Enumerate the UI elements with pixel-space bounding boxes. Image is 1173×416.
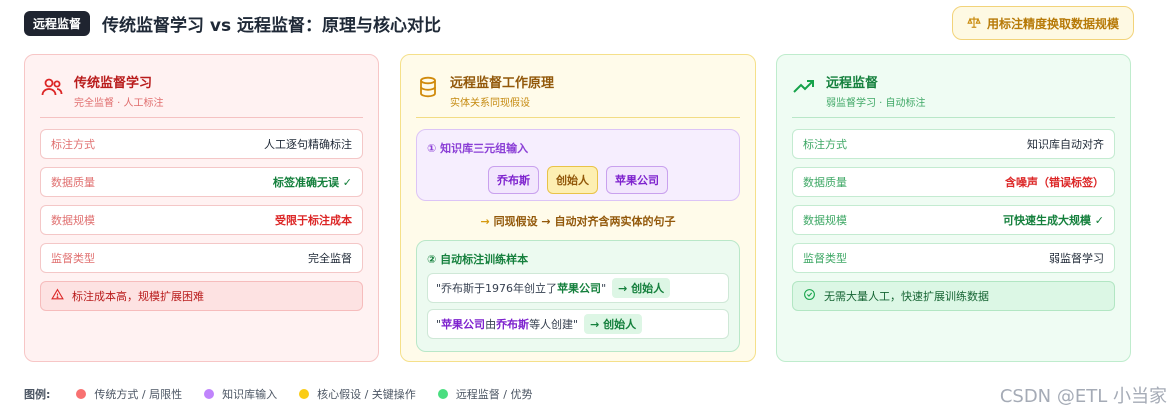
attr-value: 知识库自动对齐 <box>1027 138 1104 151</box>
attr-row-scale: 数据规模 受限于标注成本 <box>40 205 363 235</box>
attr-value: 标签准确无误 ✓ <box>272 176 352 189</box>
attr-key: 数据规模 <box>803 214 847 227</box>
entity-chip: 苹果公司 <box>606 166 668 194</box>
attr-key: 监督类型 <box>51 252 95 265</box>
legend-item: 知识库输入 <box>204 386 277 402</box>
attr-row-scale: 数据规模 可快速生成大规模 ✓ <box>792 205 1115 235</box>
topic-badge: 远程监督 <box>24 10 91 36</box>
legend-item: 传统方式 / 局限性 <box>76 386 182 402</box>
database-icon <box>416 75 440 99</box>
principle-panel: 远程监督工作原理 实体关系同现假设 ① 知识库三元组输入 乔布斯 创始人 苹果公… <box>400 54 756 362</box>
divider <box>792 117 1115 118</box>
attr-value: 弱监督学习 <box>1049 252 1104 265</box>
attr-row-annotation: 标注方式 人工逐句精确标注 <box>40 129 363 159</box>
samples-box: ② 自动标注训练样本 "乔布斯于1976年创立了苹果公司" → 创始人 "苹果公… <box>416 240 740 352</box>
note-text: 标注成本高，规模扩展困难 <box>72 290 204 303</box>
panel-title: 传统监督学习 <box>74 76 153 91</box>
advantage-note: 无需大量人工，快速扩展训练数据 <box>792 281 1115 311</box>
attr-value: 完全监督 <box>308 252 352 265</box>
legend-item: 远程监督 / 优势 <box>437 386 533 402</box>
knowledge-base-box: ① 知识库三元组输入 乔布斯 创始人 苹果公司 <box>416 129 740 201</box>
legend-dot <box>76 389 87 399</box>
users-icon <box>40 75 64 99</box>
panel-title: 远程监督 <box>826 76 879 91</box>
assumption-line: → 同现假设 → 自动对齐含两实体的句子 <box>416 213 740 229</box>
page-title: 传统监督学习 vs 远程监督：原理与核心对比 <box>102 15 442 36</box>
remote-panel: 远程监督 弱监督学习 · 自动标注 标注方式 知识库自动对齐 数据质量 含噪声（错误… <box>776 54 1131 362</box>
divider <box>40 117 363 118</box>
panel-subtitle: 实体关系同现假设 <box>450 98 530 109</box>
attr-row-supervision: 监督类型 弱监督学习 <box>792 243 1115 273</box>
arrow-right-icon: → <box>480 215 490 228</box>
attr-value: 可快速生成大规模 ✓ <box>1002 214 1104 227</box>
attr-key: 数据质量 <box>803 176 847 189</box>
trend-up-icon <box>792 75 816 99</box>
divider <box>416 117 740 118</box>
relation-tag: → 创始人 <box>612 278 671 298</box>
scale-icon <box>967 15 981 32</box>
panel-title: 远程监督工作原理 <box>450 76 555 91</box>
attr-value: 含噪声（错误标签） <box>1005 176 1104 189</box>
panel-subtitle: 弱监督学习 · 自动标注 <box>826 98 926 109</box>
legend-dot <box>204 389 215 399</box>
legend-title: 图例: <box>24 388 51 401</box>
attr-key: 标注方式 <box>803 138 847 151</box>
samples-label: ② 自动标注训练样本 <box>427 253 529 266</box>
legend: 图例: 传统方式 / 局限性 知识库输入 核心假设 / 关键操作 远程监督 / … <box>24 386 555 402</box>
attr-key: 监督类型 <box>803 252 847 265</box>
note-text: 无需大量人工，快速扩展训练数据 <box>824 290 989 303</box>
tradeoff-callout: 用标注精度换取数据规模 <box>951 6 1134 40</box>
check-circle-icon <box>803 288 816 304</box>
relation-chip: 创始人 <box>547 166 598 194</box>
attr-row-quality: 数据质量 标签准确无误 ✓ <box>40 167 363 197</box>
sample-sentence: "苹果公司由乔布斯等人创建" → 创始人 <box>427 309 729 339</box>
attr-value: 受限于标注成本 <box>275 214 352 227</box>
legend-dot <box>437 389 448 399</box>
attr-value: 人工逐句精确标注 <box>264 138 352 151</box>
attr-key: 数据规模 <box>51 214 95 227</box>
traditional-panel: 传统监督学习 完全监督 · 人工标注 标注方式 人工逐句精确标注 数据质量 标签准确… <box>24 54 379 362</box>
attr-row-quality: 数据质量 含噪声（错误标签） <box>792 167 1115 197</box>
legend-dot <box>299 389 310 399</box>
sample-sentence: "乔布斯于1976年创立了苹果公司" → 创始人 <box>427 273 729 303</box>
entity-chip: 乔布斯 <box>488 166 539 194</box>
attr-key: 标注方式 <box>51 138 95 151</box>
attr-row-annotation: 标注方式 知识库自动对齐 <box>792 129 1115 159</box>
assumption-text: 同现假设 → 自动对齐含两实体的句子 <box>493 215 676 228</box>
panel-subtitle: 完全监督 · 人工标注 <box>74 98 164 109</box>
header: 远程监督 传统监督学习 vs 远程监督：原理与核心对比 用标注精度换取数据规模 <box>24 6 1134 40</box>
attr-key: 数据质量 <box>51 176 95 189</box>
kb-label: ① 知识库三元组输入 <box>427 142 529 155</box>
legend-item: 核心假设 / 关键操作 <box>299 386 416 402</box>
attr-row-supervision: 监督类型 完全监督 <box>40 243 363 273</box>
limitation-note: 标注成本高，规模扩展困难 <box>40 281 363 311</box>
tradeoff-text: 用标注精度换取数据规模 <box>986 16 1119 31</box>
relation-tag: → 创始人 <box>584 314 643 334</box>
warning-icon <box>51 288 64 304</box>
watermark: CSDN @ETL 小当家 <box>999 386 1167 407</box>
